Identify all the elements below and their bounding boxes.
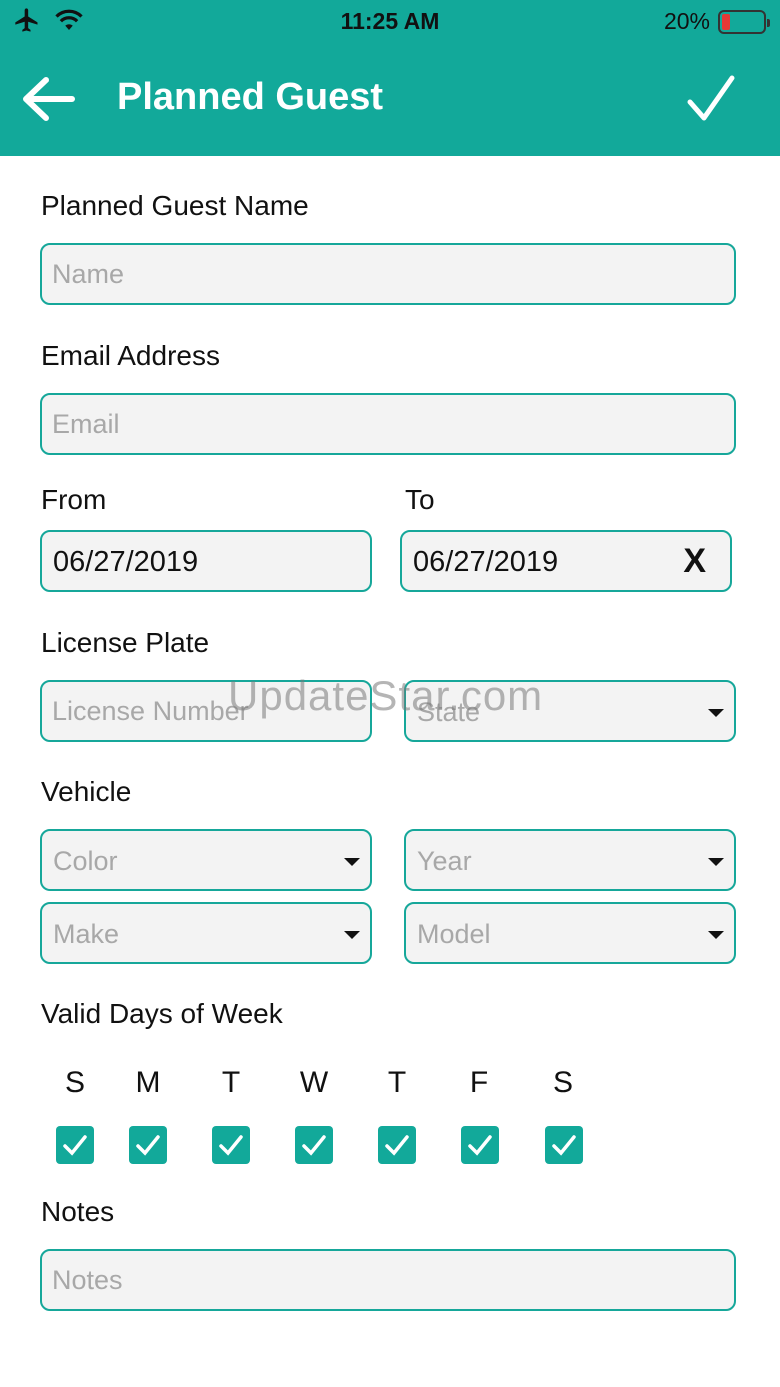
email-label: Email Address bbox=[41, 340, 220, 371]
chevron-down-icon bbox=[344, 858, 360, 866]
chevron-down-icon bbox=[344, 931, 360, 939]
day-checkbox-friday[interactable] bbox=[461, 1126, 499, 1164]
clear-date-button[interactable]: X bbox=[683, 542, 706, 581]
watermark: UpdateStar.com bbox=[228, 672, 544, 719]
check-icon bbox=[302, 1135, 326, 1156]
status-bar: 11:25 AM 20% bbox=[0, 0, 780, 42]
chevron-down-icon bbox=[708, 931, 724, 939]
guest-name-field[interactable] bbox=[40, 243, 736, 305]
app-bar: Planned Guest bbox=[0, 42, 780, 156]
status-right: 20% bbox=[663, 8, 770, 35]
back-button[interactable] bbox=[18, 72, 78, 126]
day-letter-saturday: S bbox=[552, 1066, 573, 1099]
from-label: From bbox=[41, 484, 107, 515]
battery-fill bbox=[722, 13, 730, 30]
day-letter-monday: M bbox=[135, 1066, 161, 1099]
color-placeholder: Color bbox=[53, 846, 118, 876]
chevron-down-icon bbox=[708, 709, 724, 717]
check-icon bbox=[468, 1135, 492, 1156]
to-date-value: 06/27/2019 bbox=[413, 546, 559, 578]
model-placeholder: Model bbox=[417, 919, 491, 949]
day-checkbox-tuesday[interactable] bbox=[212, 1126, 250, 1164]
model-select[interactable]: Model bbox=[404, 902, 736, 964]
valid-days-label: Valid Days of Week bbox=[41, 998, 283, 1029]
notes-field[interactable] bbox=[40, 1249, 736, 1311]
notes-label: Notes bbox=[41, 1196, 115, 1227]
save-button[interactable] bbox=[684, 72, 738, 126]
from-date-value: 06/27/2019 bbox=[53, 546, 199, 578]
from-date-field[interactable]: 06/27/2019 bbox=[40, 530, 372, 592]
battery-percent: 20% bbox=[663, 8, 710, 34]
year-placeholder: Year bbox=[417, 846, 472, 876]
day-checkbox-saturday[interactable] bbox=[545, 1126, 583, 1164]
guest-name-label: Planned Guest Name bbox=[41, 190, 309, 221]
year-select[interactable]: Year bbox=[404, 829, 736, 891]
email-field[interactable] bbox=[40, 393, 736, 455]
day-letter-tuesday: T bbox=[221, 1066, 241, 1099]
check-icon bbox=[385, 1135, 409, 1156]
check-icon bbox=[63, 1135, 87, 1156]
day-letter-friday: F bbox=[469, 1066, 489, 1099]
arrow-left-icon bbox=[23, 77, 75, 121]
day-checkbox-wednesday[interactable] bbox=[295, 1126, 333, 1164]
check-icon bbox=[219, 1135, 243, 1156]
to-label: To bbox=[405, 484, 435, 515]
day-checkbox-monday[interactable] bbox=[129, 1126, 167, 1164]
guest-name-input[interactable] bbox=[42, 245, 734, 303]
make-select[interactable]: Make bbox=[40, 902, 372, 964]
day-checkbox-sunday[interactable] bbox=[56, 1126, 94, 1164]
make-placeholder: Make bbox=[53, 919, 120, 949]
to-date-field[interactable]: 06/27/2019 X bbox=[400, 530, 732, 592]
color-select[interactable]: Color bbox=[40, 829, 372, 891]
day-letter-thursday: T bbox=[387, 1066, 407, 1099]
check-icon bbox=[136, 1135, 160, 1156]
day-letter-sunday: S bbox=[64, 1066, 85, 1099]
check-icon bbox=[552, 1135, 576, 1156]
day-letter-wednesday: W bbox=[299, 1066, 329, 1099]
chevron-down-icon bbox=[708, 858, 724, 866]
checkmark-icon bbox=[687, 75, 735, 121]
vehicle-label: Vehicle bbox=[41, 776, 132, 807]
license-plate-label: License Plate bbox=[41, 627, 210, 658]
page-title: Planned Guest bbox=[117, 76, 384, 118]
email-input[interactable] bbox=[42, 395, 734, 453]
notes-input[interactable] bbox=[42, 1251, 734, 1309]
battery-icon bbox=[718, 9, 770, 34]
day-checkbox-thursday[interactable] bbox=[378, 1126, 416, 1164]
